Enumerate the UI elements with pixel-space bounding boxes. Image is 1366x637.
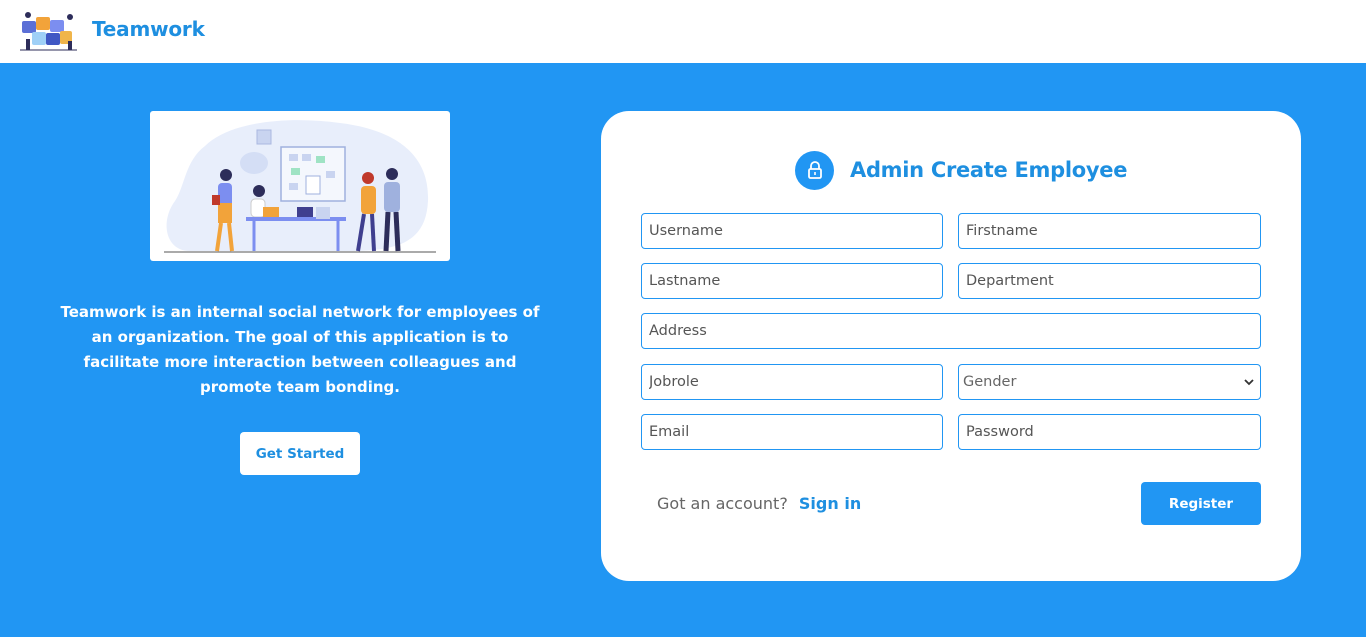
form-header: Admin Create Employee: [795, 150, 1128, 190]
address-field[interactable]: [641, 313, 1261, 349]
form-title: Admin Create Employee: [850, 158, 1128, 182]
lock-icon: [795, 150, 834, 190]
navbar: Teamwork: [0, 0, 1366, 63]
create-employee-card: Admin Create Employee Gender Got an acco…: [601, 111, 1301, 581]
intro-text: Teamwork is an internal social network f…: [60, 303, 540, 396]
account-row: Got an account? Sign in: [657, 494, 861, 513]
team-meeting-illustration-icon: [164, 120, 436, 253]
account-prompt: Got an account?: [657, 494, 788, 513]
jobrole-field[interactable]: [641, 364, 943, 400]
hero-illustration: [150, 111, 450, 261]
department-field[interactable]: [958, 263, 1261, 299]
puzzle-team-logo-icon[interactable]: [20, 11, 77, 51]
username-field[interactable]: [641, 213, 943, 249]
gender-select[interactable]: Gender: [958, 364, 1261, 400]
firstname-field[interactable]: [958, 213, 1261, 249]
email-field[interactable]: [641, 414, 943, 450]
register-button[interactable]: Register: [1141, 482, 1261, 525]
brand-name[interactable]: Teamwork: [92, 17, 205, 41]
get-started-button[interactable]: Get Started: [240, 432, 360, 475]
password-field[interactable]: [958, 414, 1261, 450]
lastname-field[interactable]: [641, 263, 943, 299]
sign-in-link[interactable]: Sign in: [799, 494, 861, 513]
gender-select-value: Gender: [963, 374, 1017, 390]
chevron-down-icon: [1244, 379, 1254, 386]
